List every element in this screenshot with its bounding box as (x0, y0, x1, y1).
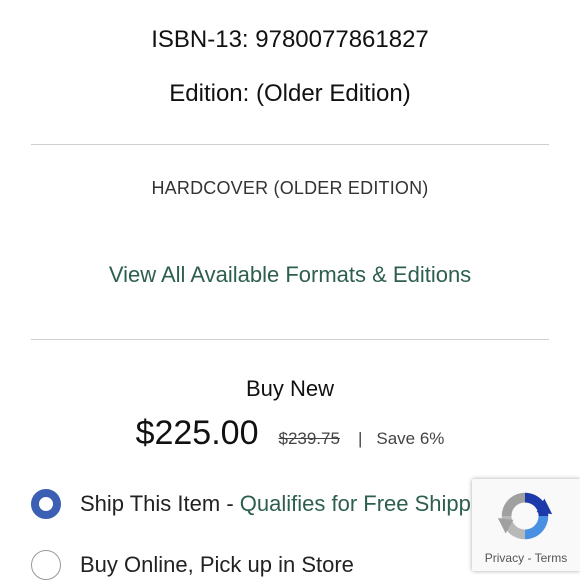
recaptcha-badge: Privacy - Terms (472, 479, 580, 571)
view-all-formats-link[interactable]: View All Available Formats & Editions (0, 262, 580, 288)
privacy-link[interactable]: Privacy (485, 551, 524, 565)
savings-label: Save 6% (376, 429, 445, 448)
recaptcha-icon (497, 492, 553, 540)
pickup-radio-button[interactable] (31, 550, 61, 580)
pickup-option-label: Buy Online, Pick up in Store (80, 552, 354, 577)
sale-price: $225.00 (135, 414, 259, 452)
divider (31, 339, 549, 340)
terms-link[interactable]: Terms (535, 551, 568, 565)
buy-new-heading: Buy New (245, 376, 335, 401)
recaptcha-dash: - (527, 551, 532, 565)
pickup-in-store-option[interactable]: Buy Online, Pick up in Store (31, 550, 354, 580)
recaptcha-links: Privacy - Terms (472, 551, 580, 565)
original-price: $239.75 (278, 429, 340, 448)
price-separator: | (357, 429, 363, 448)
ship-option-label: Ship This Item - (80, 491, 240, 516)
ship-option-text: Ship This Item - Qualifies for Free Ship… (80, 491, 500, 517)
ship-this-item-option[interactable]: Ship This Item - Qualifies for Free Ship… (31, 489, 500, 519)
price-row: $225.00 $239.75 | Save 6% (0, 414, 580, 453)
format-label: HARDCOVER (OLDER EDITION) (151, 178, 429, 198)
edition-line: Edition: (Older Edition) (169, 80, 411, 107)
divider (31, 144, 549, 145)
free-shipping-qualifier: Qualifies for Free Shipping (239, 491, 501, 516)
ship-radio-button[interactable] (31, 489, 61, 519)
isbn-line: ISBN-13: 9780077861827 (151, 26, 429, 53)
